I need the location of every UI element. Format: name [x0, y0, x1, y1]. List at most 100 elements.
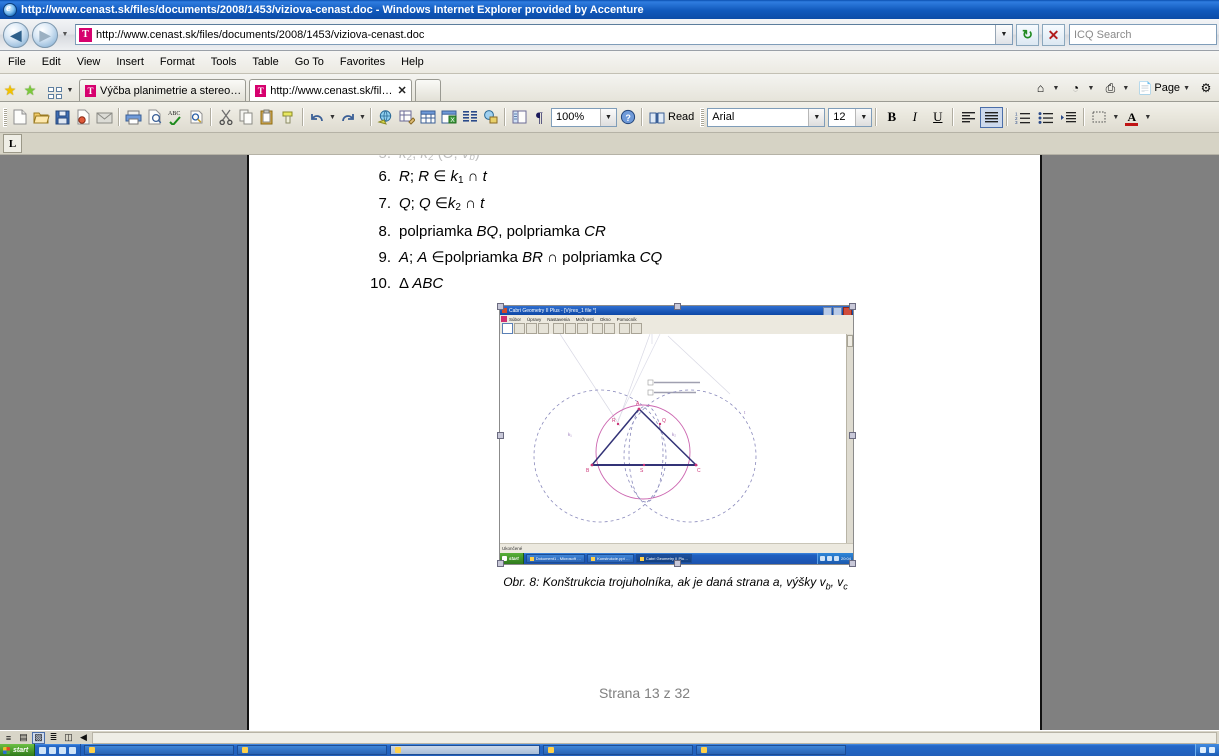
taskbar-item-1[interactable] — [84, 745, 235, 755]
quick-launch-icon[interactable] — [69, 746, 77, 754]
back-button[interactable]: ◀ — [3, 21, 29, 48]
help-button[interactable]: ? — [617, 107, 638, 128]
favorites-center-button[interactable]: ★ — [0, 79, 20, 101]
web-layout-view-button[interactable]: ▤ — [17, 732, 30, 744]
xp-task-2[interactable]: Konstrukcie.ppt … — [587, 554, 634, 563]
paste-button[interactable] — [257, 107, 278, 128]
font-color-button[interactable]: A — [1120, 107, 1143, 128]
resize-handle-e[interactable] — [849, 432, 856, 439]
insert-hyperlink-button[interactable] — [375, 107, 396, 128]
print-button[interactable]: ⎙ ▼ — [1099, 79, 1134, 97]
outline-view-button[interactable]: ≣ — [47, 732, 60, 744]
resize-handle-se[interactable] — [849, 560, 856, 567]
taskbar-item-3[interactable] — [390, 745, 541, 755]
document-viewport[interactable]: 5.k2; k2 (C; vb) 6. R; R ∈ k1 ∩ t 7. Q; … — [0, 155, 1219, 730]
resize-handle-ne[interactable] — [849, 303, 856, 310]
italic-button[interactable]: I — [903, 107, 926, 128]
resize-handle-n[interactable] — [674, 303, 681, 310]
chevron-down-icon[interactable]: ▼ — [1050, 85, 1063, 92]
bullets-button[interactable] — [1034, 107, 1057, 128]
menu-item-file[interactable]: File — [0, 54, 34, 70]
address-dropdown-icon[interactable]: ▼ — [995, 25, 1012, 44]
refresh-button[interactable]: ↻ — [1016, 23, 1039, 46]
chevron-down-icon[interactable]: ▼ — [1180, 85, 1193, 92]
insert-excel-worksheet-button[interactable]: X — [438, 107, 459, 128]
home-button[interactable]: ⌂ ▼ — [1030, 79, 1065, 97]
chevron-down-icon[interactable]: ▼ — [855, 108, 872, 126]
menu-item-table[interactable]: Table — [244, 54, 286, 70]
quick-tabs-icon[interactable] — [46, 85, 64, 101]
format-painter-button[interactable] — [278, 107, 299, 128]
borders-button[interactable] — [1088, 107, 1111, 128]
undo-button[interactable] — [307, 107, 328, 128]
print-layout-view-button[interactable]: ▧ — [32, 731, 45, 744]
toolbar-grip-2[interactable] — [700, 107, 705, 127]
toolbar-grip[interactable] — [3, 107, 7, 127]
chevron-down-icon[interactable]: ▼ — [1084, 85, 1097, 92]
chevron-down-icon[interactable]: ▼ — [600, 108, 616, 126]
menu-item-edit[interactable]: Edit — [34, 54, 69, 70]
start-button[interactable]: start — [0, 744, 36, 756]
chevron-down-icon[interactable]: ▼ — [64, 79, 76, 101]
redo-dropdown[interactable]: ▼ — [358, 107, 367, 128]
cabri-canvas[interactable]: A B C R Q S k₁ k₂ t — [500, 334, 847, 544]
xp-task-3[interactable]: Cabri Geometry II Plu… — [635, 554, 693, 563]
address-input[interactable]: T http://www.cenast.sk/files/documents/2… — [75, 24, 1013, 45]
taskbar-item-2[interactable] — [237, 745, 388, 755]
align-justify-button[interactable] — [980, 106, 1004, 128]
open-button[interactable] — [31, 107, 52, 128]
page-menu-button[interactable]: 📄 Page ▼ — [1134, 79, 1195, 97]
tray-icon[interactable] — [1200, 747, 1206, 753]
xp-task-1[interactable]: Dokument1 - Microsoft … — [525, 554, 586, 563]
read-button[interactable]: Read — [646, 111, 697, 124]
font-color-dropdown[interactable]: ▼ — [1143, 107, 1152, 128]
quick-launch-icon[interactable] — [59, 746, 67, 754]
cabri-vertical-scrollbar[interactable] — [846, 334, 853, 544]
resize-handle-w[interactable] — [497, 432, 504, 439]
increase-indent-button[interactable] — [1057, 107, 1080, 128]
chevron-down-icon[interactable]: ▼ — [808, 108, 825, 126]
drawing-button[interactable] — [480, 107, 501, 128]
feeds-button[interactable]: ◔ ▼ — [1064, 79, 1099, 97]
embedded-screenshot-image[interactable]: Cabri Geometry II Plus - [Výres_1 file *… — [497, 303, 856, 567]
menu-item-insert[interactable]: Insert — [108, 54, 152, 70]
scrollbar-thumb[interactable] — [847, 335, 853, 347]
borders-dropdown[interactable]: ▼ — [1111, 107, 1120, 128]
scroll-left-button[interactable]: ◀ — [77, 732, 90, 744]
resize-handle-nw[interactable] — [497, 303, 504, 310]
cut-button[interactable] — [215, 107, 236, 128]
underline-button[interactable]: U — [926, 107, 949, 128]
tab-stop-selector[interactable]: L — [3, 134, 22, 153]
show-formatting-marks-button[interactable]: ¶ — [530, 107, 551, 128]
taskbar-item-5[interactable] — [696, 745, 847, 755]
undo-dropdown[interactable]: ▼ — [328, 107, 337, 128]
browser-tab-2[interactable]: T http://www.cenast.sk/fil… ✕ — [249, 79, 412, 101]
redo-button[interactable] — [337, 107, 358, 128]
font-combobox[interactable]: Arial ▼ — [707, 107, 826, 127]
menu-item-format[interactable]: Format — [152, 54, 203, 70]
forward-button[interactable]: ▶ — [32, 21, 58, 48]
normal-view-button[interactable]: ≡ — [2, 732, 15, 744]
align-left-button[interactable] — [957, 107, 980, 128]
menu-item-tools[interactable]: Tools — [203, 54, 245, 70]
insert-table-button[interactable] — [417, 107, 438, 128]
zoom-combobox[interactable]: 100% ▼ — [551, 107, 617, 127]
stop-button[interactable]: ✕ — [1042, 23, 1065, 46]
quick-launch-icon[interactable] — [49, 746, 57, 754]
print-preview-button[interactable] — [144, 107, 165, 128]
document-map-button[interactable] — [509, 107, 530, 128]
quick-launch-icon[interactable] — [39, 746, 47, 754]
font-size-combobox[interactable]: 12 ▼ — [828, 107, 873, 127]
menu-item-view[interactable]: View — [69, 54, 109, 70]
chevron-down-icon[interactable]: ▼ — [1119, 85, 1132, 92]
menu-item-help[interactable]: Help — [393, 54, 432, 70]
new-tab-button[interactable] — [414, 79, 441, 101]
horizontal-scrollbar[interactable] — [92, 731, 1217, 744]
bold-button[interactable]: B — [880, 107, 903, 128]
tools-menu-button[interactable]: ⚙ — [1195, 79, 1217, 97]
close-tab-icon[interactable]: ✕ — [398, 84, 407, 97]
menu-item-favorites[interactable]: Favorites — [332, 54, 393, 70]
research-button[interactable] — [186, 107, 207, 128]
save-button[interactable] — [52, 107, 73, 128]
email-button[interactable] — [94, 107, 115, 128]
